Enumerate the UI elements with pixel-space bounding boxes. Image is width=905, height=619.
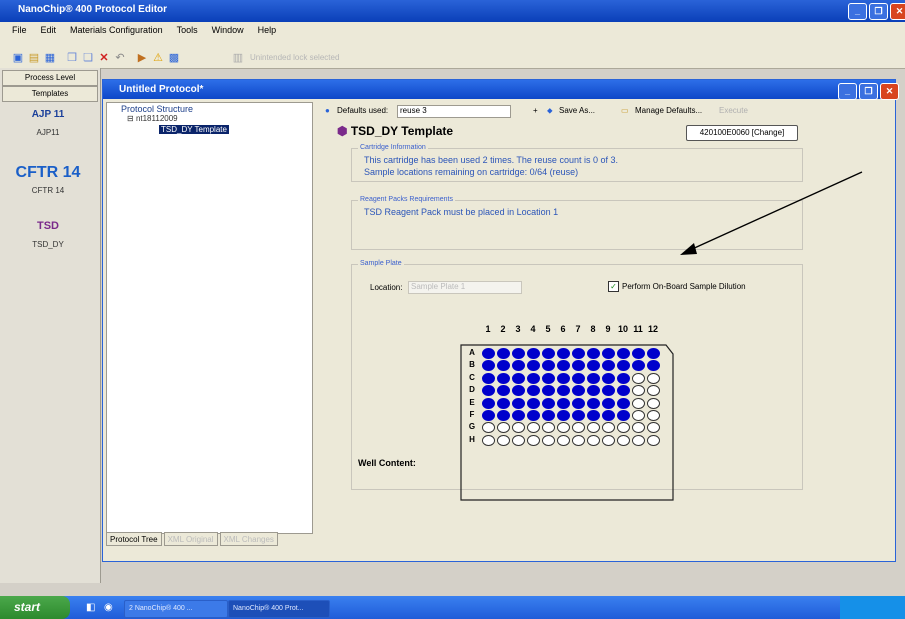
quicklaunch-icon[interactable]: ◧ (86, 602, 95, 613)
arrow-annotation (680, 171, 863, 255)
system-tray (840, 596, 905, 619)
browser-icon[interactable]: ◉ (104, 602, 113, 613)
taskbar-item-2[interactable]: NanoChip® 400 Prot... (228, 600, 330, 618)
taskbar-item-1[interactable]: 2 NanoChip® 400 ... (124, 600, 228, 618)
start-button[interactable]: start (0, 596, 70, 619)
